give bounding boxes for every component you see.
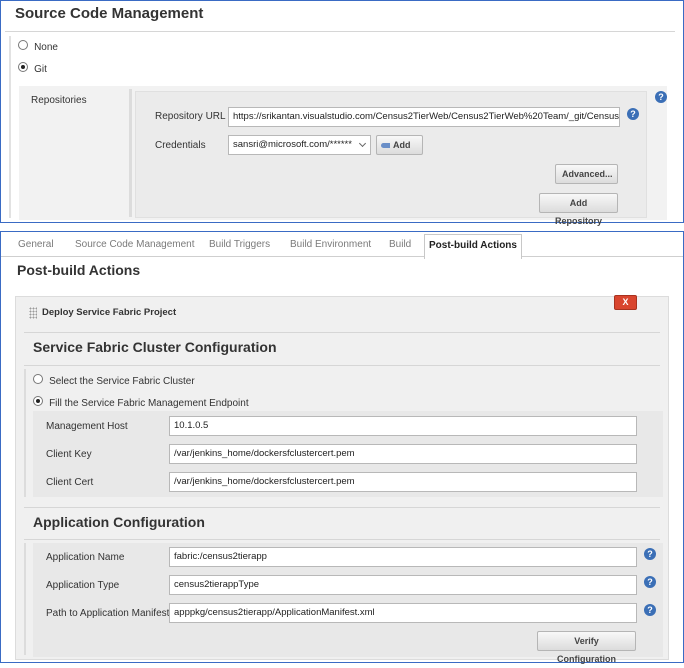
credentials-label: Credentials bbox=[155, 140, 206, 151]
help-icon[interactable]: ? bbox=[627, 108, 639, 120]
credentials-select[interactable]: sansri@microsoft.com/****** bbox=[228, 135, 371, 155]
application-type-label: Application Type bbox=[46, 580, 120, 591]
verify-configuration-button[interactable]: Verify Configuration bbox=[537, 631, 636, 664]
drag-handle-icon[interactable] bbox=[29, 307, 37, 319]
radio-git[interactable]: Git bbox=[18, 62, 47, 75]
credentials-value: sansri@microsoft.com/****** bbox=[233, 139, 352, 150]
section-indent-bar bbox=[129, 89, 132, 217]
repository-url-label: Repository URL bbox=[155, 111, 226, 122]
management-host-input[interactable]: 10.1.0.5 bbox=[169, 416, 637, 436]
manifest-path-input[interactable]: apppkg/census2tierapp/ApplicationManifes… bbox=[169, 603, 637, 623]
key-icon bbox=[381, 143, 390, 149]
section-indent-bar bbox=[9, 36, 11, 218]
repository-url-input[interactable]: https://srikantan.visualstudio.com/Censu… bbox=[228, 107, 620, 127]
tab-post-build-actions[interactable]: Post-build Actions bbox=[424, 234, 522, 259]
radio-fill-endpoint-label: Fill the Service Fabric Management Endpo… bbox=[49, 398, 249, 409]
help-icon[interactable]: ? bbox=[644, 548, 656, 560]
tab-build-environment[interactable]: Build Environment bbox=[290, 239, 371, 250]
radio-fill-endpoint[interactable]: Fill the Service Fabric Management Endpo… bbox=[33, 396, 249, 409]
client-cert-input[interactable]: /var/jenkins_home/dockersfclustercert.pe… bbox=[169, 472, 637, 492]
application-type-input[interactable]: census2tierappType bbox=[169, 575, 637, 595]
tab-general[interactable]: General bbox=[18, 239, 54, 250]
chevron-down-icon bbox=[358, 139, 367, 148]
management-host-label: Management Host bbox=[46, 421, 128, 432]
divider bbox=[24, 332, 660, 333]
manifest-path-label: Path to Application Manifest bbox=[46, 608, 170, 619]
section-title-application: Application Configuration bbox=[33, 514, 205, 530]
divider bbox=[5, 31, 675, 32]
radio-select-cluster-label: Select the Service Fabric Cluster bbox=[49, 376, 195, 387]
client-key-input[interactable]: /var/jenkins_home/dockersfclustercert.pe… bbox=[169, 444, 637, 464]
add-credentials-button[interactable]: Add bbox=[376, 135, 423, 155]
client-cert-label: Client Cert bbox=[46, 477, 94, 488]
tab-bar: General Source Code Management Build Tri… bbox=[1, 232, 683, 257]
section-indent-bar bbox=[24, 543, 26, 655]
add-button-label: Add bbox=[393, 140, 411, 150]
page-title: Post-build Actions bbox=[17, 262, 141, 278]
radio-select-cluster[interactable]: Select the Service Fabric Cluster bbox=[33, 374, 195, 387]
step-title: Deploy Service Fabric Project bbox=[42, 307, 177, 318]
help-icon[interactable]: ? bbox=[655, 91, 667, 103]
section-title-cluster: Service Fabric Cluster Configuration bbox=[33, 339, 277, 355]
radio-none-label: None bbox=[34, 42, 58, 53]
radio-icon bbox=[33, 374, 43, 384]
radio-none[interactable]: None bbox=[18, 40, 58, 53]
divider bbox=[24, 539, 660, 540]
delete-step-button[interactable]: X bbox=[614, 295, 637, 310]
radio-checked-icon bbox=[33, 396, 43, 406]
help-icon[interactable]: ? bbox=[644, 576, 656, 588]
section-indent-bar bbox=[24, 369, 26, 497]
divider bbox=[24, 365, 660, 366]
radio-checked-icon bbox=[18, 62, 28, 72]
repositories-label: Repositories bbox=[31, 95, 87, 106]
advanced-button[interactable]: Advanced... bbox=[555, 164, 618, 184]
tab-source-code-management[interactable]: Source Code Management bbox=[75, 239, 195, 250]
section-title-scm: Source Code Management bbox=[15, 5, 204, 22]
tab-build[interactable]: Build bbox=[389, 239, 411, 250]
application-name-label: Application Name bbox=[46, 552, 125, 563]
application-name-input[interactable]: fabric:/census2tierapp bbox=[169, 547, 637, 567]
help-icon[interactable]: ? bbox=[644, 604, 656, 616]
divider bbox=[24, 507, 660, 508]
client-key-label: Client Key bbox=[46, 449, 92, 460]
tab-build-triggers[interactable]: Build Triggers bbox=[209, 239, 270, 250]
radio-icon bbox=[18, 40, 28, 50]
radio-git-label: Git bbox=[34, 64, 47, 75]
add-repository-button[interactable]: Add Repository bbox=[539, 193, 618, 226]
